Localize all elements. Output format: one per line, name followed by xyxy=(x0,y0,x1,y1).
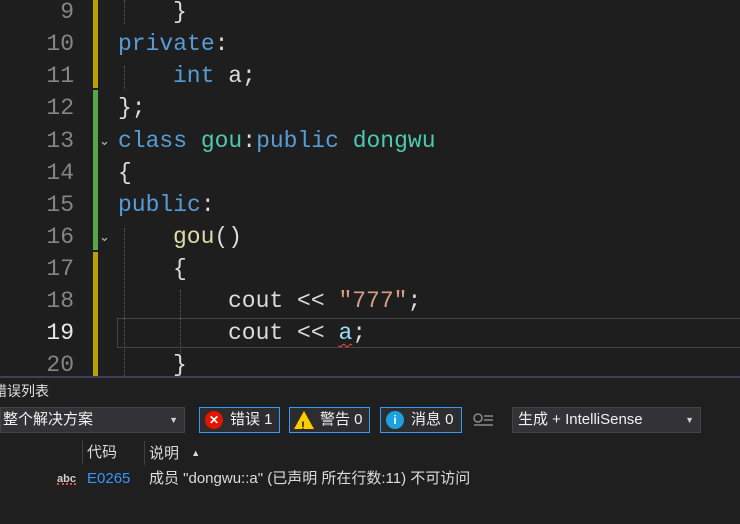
code-line-18[interactable]: cout << "777"; xyxy=(228,285,421,317)
error-list-toolbar: 整个解决方案 ▼ ✕ 错误 1 ! 警告 0 i 消息 0 生成 + Intel… xyxy=(0,405,740,437)
change-marker-saved xyxy=(93,252,98,376)
build-source-label: 生成 + IntelliSense xyxy=(518,411,643,428)
code-line-15[interactable]: public: xyxy=(118,189,215,221)
code-line-20[interactable]: } xyxy=(173,349,187,376)
code-editor[interactable]: 9 10 11 12 13 14 15 16 17 18 19 20 ⌄ ⌄ }… xyxy=(0,0,740,376)
messages-filter-button[interactable]: i 消息 0 xyxy=(380,407,462,433)
indent-guide xyxy=(124,228,125,376)
code-line-9[interactable]: } xyxy=(173,0,187,28)
function-name: gou xyxy=(173,224,215,250)
build-source-dropdown[interactable]: 生成 + IntelliSense ▼ xyxy=(512,407,701,433)
keyword: public xyxy=(256,128,339,154)
panel-title: 错误列表 xyxy=(0,383,49,399)
error-code-link[interactable]: E0265 xyxy=(87,467,130,491)
errors-filter-label: 错误 1 xyxy=(230,411,273,428)
token: } xyxy=(173,0,187,25)
code-line-12[interactable]: }; xyxy=(118,92,146,124)
token: { xyxy=(118,160,132,186)
change-marker-added xyxy=(93,90,98,250)
info-icon: i xyxy=(386,411,404,429)
warnings-filter-button[interactable]: ! 警告 0 xyxy=(289,407,370,433)
token: () xyxy=(214,224,243,250)
column-header-description-label: 说明 xyxy=(149,445,180,462)
column-header-description[interactable]: 说明 ▲ xyxy=(144,441,739,465)
error-description: 成员 "dongwu::a" (已声明 所在行数:11) 不可访问 xyxy=(149,470,471,487)
code-line-11[interactable]: int a; xyxy=(173,60,256,92)
token: ; xyxy=(352,320,367,346)
errors-filter-button[interactable]: ✕ 错误 1 xyxy=(199,407,280,433)
change-marker-saved xyxy=(93,0,98,88)
string-literal: "777" xyxy=(338,288,408,314)
sort-ascending-icon: ▲ xyxy=(191,448,201,458)
column-header-code-label: 代码 xyxy=(87,444,118,461)
line-number-current: 19 xyxy=(46,320,74,346)
indent-guide xyxy=(124,66,125,90)
code-line-14[interactable]: { xyxy=(118,157,132,189)
warning-icon: ! xyxy=(294,411,314,433)
line-number: 20 xyxy=(46,352,74,376)
dropdown-arrow-icon: ▼ xyxy=(685,415,694,425)
scope-dropdown[interactable]: 整个解决方案 ▼ xyxy=(0,407,185,433)
operator: << xyxy=(283,288,339,314)
keyword: int xyxy=(173,63,215,89)
indent-guide xyxy=(124,0,125,24)
line-number: 12 xyxy=(46,95,74,121)
token: a; xyxy=(214,63,256,89)
keyword: class xyxy=(118,128,188,154)
line-number: 9 xyxy=(60,0,74,25)
keyword: public xyxy=(118,192,201,218)
line-number: 15 xyxy=(46,192,74,218)
line-number: 16 xyxy=(46,224,74,250)
error-icon: ✕ xyxy=(205,411,223,429)
token: : xyxy=(200,192,215,218)
fold-chevron-icon[interactable]: ⌄ xyxy=(99,135,111,148)
type-name: gou xyxy=(200,128,243,154)
warnings-filter-label: 警告 0 xyxy=(320,411,363,428)
line-number: 11 xyxy=(46,63,74,89)
code-line-19[interactable]: cout << a; xyxy=(228,317,366,349)
filter-icon[interactable] xyxy=(472,411,494,429)
scope-dropdown-label: 整个解决方案 xyxy=(3,411,94,428)
current-line-highlight xyxy=(117,318,740,348)
token: : xyxy=(242,128,257,154)
line-number: 10 xyxy=(46,31,74,57)
keyword: private xyxy=(118,31,215,57)
line-number: 14 xyxy=(46,160,74,186)
token: } xyxy=(173,352,187,376)
code-line-10[interactable]: private: xyxy=(118,28,228,60)
code-line-13[interactable]: class gou:public dongwu xyxy=(118,125,436,157)
error-row[interactable]: abc E0265 成员 "dongwu::a" (已声明 所在行数:11) 不… xyxy=(0,467,740,491)
column-header-code[interactable]: 代码 xyxy=(82,441,143,465)
line-number: 18 xyxy=(46,288,74,314)
dropdown-arrow-icon: ▼ xyxy=(169,415,178,425)
line-number: 13 xyxy=(46,128,74,154)
code-line-16[interactable]: gou() xyxy=(173,221,242,253)
line-number: 17 xyxy=(46,256,74,282)
token: { xyxy=(173,256,187,282)
messages-filter-label: 消息 0 xyxy=(411,411,454,428)
token: ; xyxy=(407,288,422,314)
token: : xyxy=(214,31,229,57)
error-squiggle-identifier[interactable]: a xyxy=(338,320,352,346)
fold-chevron-icon[interactable]: ⌄ xyxy=(99,231,111,244)
column-header-icon[interactable] xyxy=(0,441,82,465)
error-list-panel: 错误列表 整个解决方案 ▼ ✕ 错误 1 ! 警告 0 i 消息 0 xyxy=(0,376,740,524)
error-list-header: 代码 说明 ▲ xyxy=(0,441,740,465)
intellisense-error-icon: abc xyxy=(57,467,76,491)
token: cout xyxy=(228,288,284,314)
code-line-17[interactable]: { xyxy=(173,253,187,285)
token: }; xyxy=(118,95,146,121)
token: cout xyxy=(228,320,284,346)
type-name: dongwu xyxy=(352,128,436,154)
operator: << xyxy=(283,320,339,346)
